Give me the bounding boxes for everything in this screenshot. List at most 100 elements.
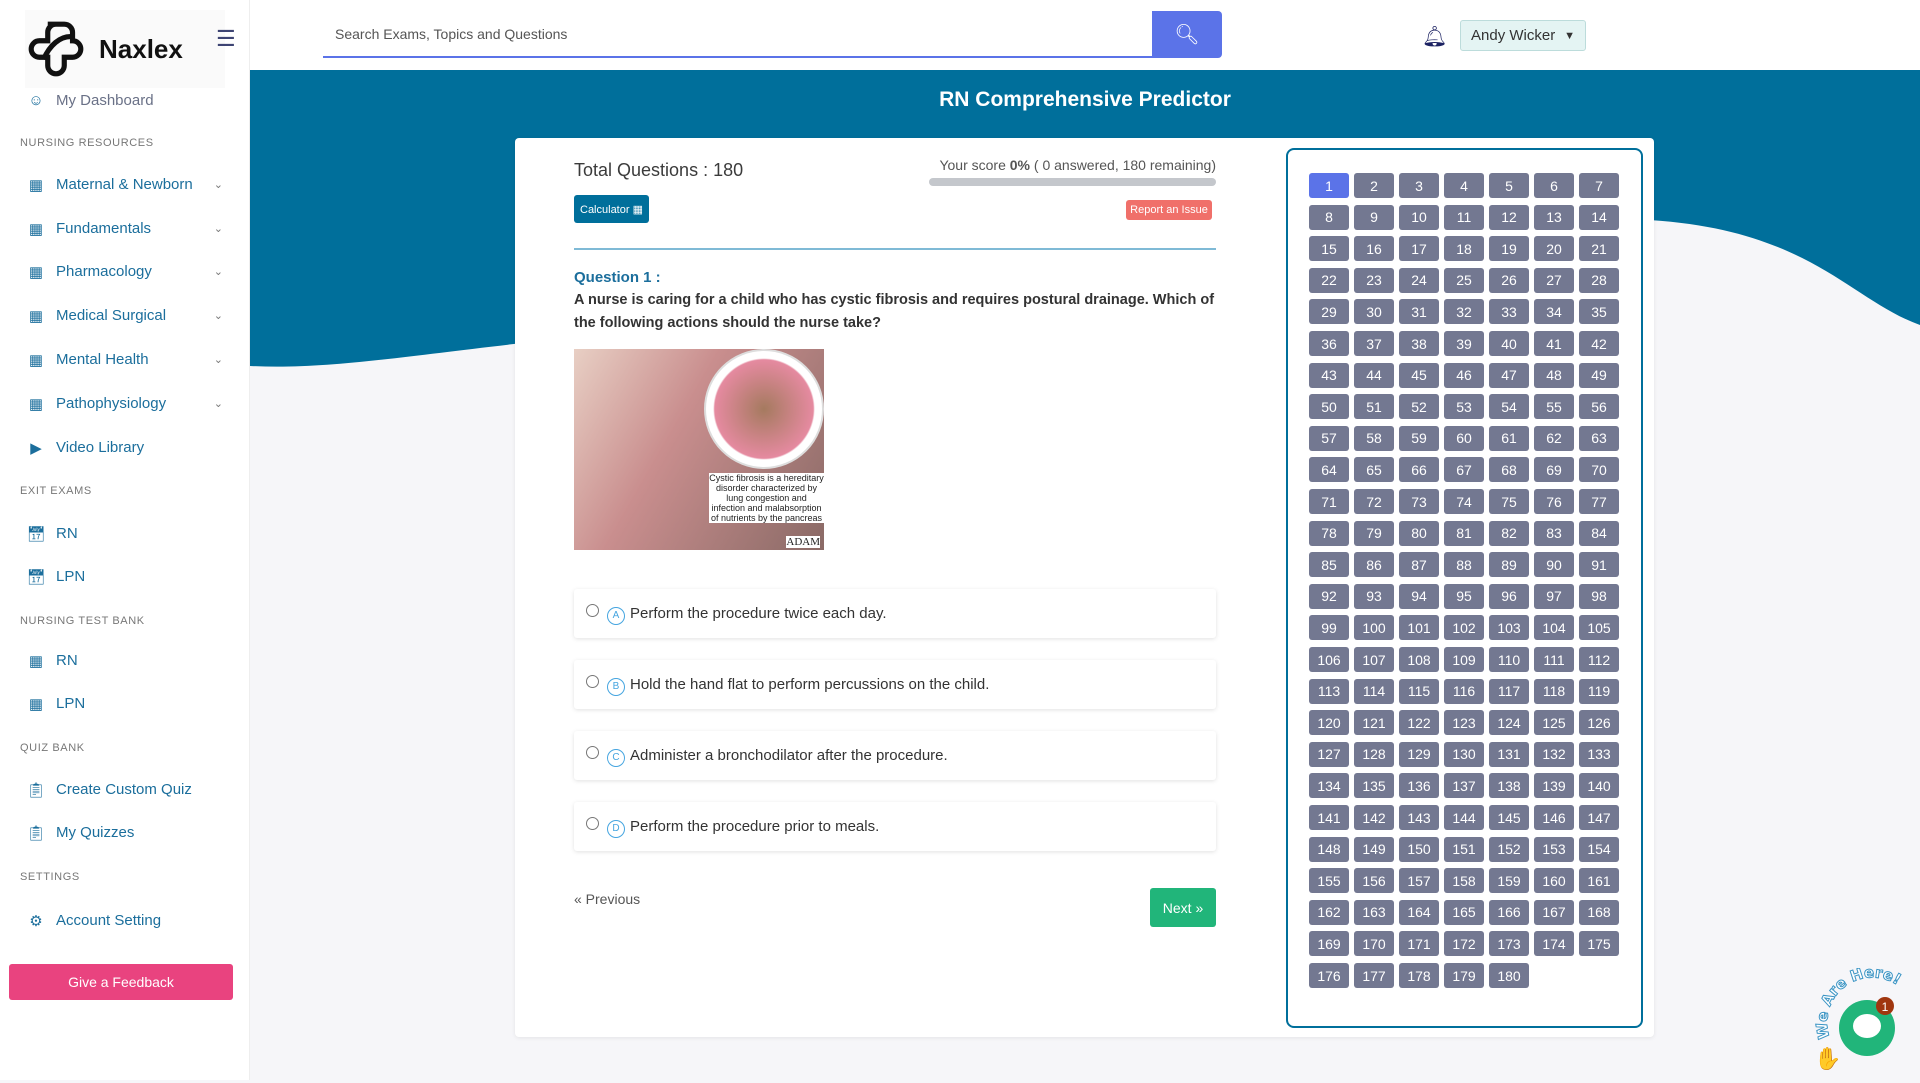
question-number-button[interactable]: 127: [1309, 741, 1349, 767]
question-number-button[interactable]: 140: [1579, 773, 1619, 799]
search-input[interactable]: [335, 25, 1115, 42]
question-number-button[interactable]: 167: [1534, 899, 1574, 925]
report-issue-button[interactable]: Report an Issue: [1126, 200, 1212, 220]
question-number-button[interactable]: 49: [1579, 362, 1619, 388]
question-number-button[interactable]: 85: [1309, 552, 1349, 578]
question-number-button[interactable]: 142: [1354, 805, 1394, 830]
question-number-button[interactable]: 115: [1399, 678, 1439, 704]
question-number-button[interactable]: 72: [1354, 489, 1394, 514]
question-number-button[interactable]: 163: [1354, 899, 1394, 925]
question-number-button[interactable]: 53: [1444, 394, 1484, 420]
question-number-button[interactable]: 178: [1399, 963, 1439, 988]
question-number-button[interactable]: 117: [1489, 678, 1529, 704]
question-number-button[interactable]: 44: [1354, 362, 1394, 388]
question-number-button[interactable]: 31: [1399, 299, 1439, 325]
next-button[interactable]: Next »: [1150, 888, 1216, 927]
question-number-button[interactable]: 35: [1579, 299, 1619, 325]
question-number-button[interactable]: 113: [1309, 678, 1349, 704]
answer-option[interactable]: B Hold the hand flat to perform percussio…: [574, 660, 1216, 709]
question-number-button[interactable]: 7: [1579, 173, 1619, 198]
question-number-button[interactable]: 89: [1489, 552, 1529, 578]
question-number-button[interactable]: 119: [1579, 678, 1619, 704]
question-number-button[interactable]: 57: [1309, 425, 1349, 451]
question-number-button[interactable]: 175: [1579, 931, 1619, 957]
question-number-button[interactable]: 120: [1309, 710, 1349, 736]
radio-button[interactable]: [586, 604, 599, 617]
question-number-button[interactable]: 58: [1354, 425, 1394, 451]
question-number-button[interactable]: 77: [1579, 489, 1619, 514]
question-number-button[interactable]: 95: [1444, 583, 1484, 609]
question-number-button[interactable]: 27: [1534, 267, 1574, 293]
question-number-button[interactable]: 48: [1534, 362, 1574, 388]
question-number-button[interactable]: 79: [1354, 520, 1394, 546]
question-number-button[interactable]: 179: [1444, 963, 1484, 988]
question-number-button[interactable]: 98: [1579, 583, 1619, 609]
question-number-button[interactable]: 151: [1444, 836, 1484, 862]
question-number-button[interactable]: 84: [1579, 520, 1619, 546]
question-number-button[interactable]: 137: [1444, 773, 1484, 799]
question-number-button[interactable]: 110: [1489, 647, 1529, 672]
sidebar-item[interactable]: ▦ Medical Surgical ⌄: [28, 307, 223, 325]
question-number-button[interactable]: 148: [1309, 836, 1349, 862]
question-number-button[interactable]: 1: [1309, 173, 1349, 198]
answer-option[interactable]: C Administer a bronchodilator after the p…: [574, 731, 1216, 780]
question-number-button[interactable]: 46: [1444, 362, 1484, 388]
question-number-button[interactable]: 102: [1444, 615, 1484, 641]
question-number-button[interactable]: 5: [1489, 173, 1529, 198]
sidebar-item[interactable]: 📅︎ LPN: [26, 568, 223, 586]
question-number-button[interactable]: 23: [1354, 267, 1394, 293]
question-number-button[interactable]: 47: [1489, 362, 1529, 388]
question-number-button[interactable]: 80: [1399, 520, 1439, 546]
question-number-button[interactable]: 146: [1534, 805, 1574, 830]
question-number-button[interactable]: 171: [1399, 931, 1439, 957]
question-number-button[interactable]: 40: [1489, 331, 1529, 356]
question-number-button[interactable]: 145: [1489, 805, 1529, 830]
question-number-button[interactable]: 74: [1444, 489, 1484, 514]
question-number-button[interactable]: 82: [1489, 520, 1529, 546]
question-number-button[interactable]: 56: [1579, 394, 1619, 420]
sidebar-item[interactable]: ▦ Pharmacology ⌄: [28, 263, 223, 281]
sidebar-item[interactable]: ▦ Fundamentals ⌄: [28, 220, 223, 238]
question-number-button[interactable]: 124: [1489, 710, 1529, 736]
question-number-button[interactable]: 105: [1579, 615, 1619, 641]
question-number-button[interactable]: 39: [1444, 331, 1484, 356]
question-number-button[interactable]: 9: [1354, 204, 1394, 230]
question-number-button[interactable]: 26: [1489, 267, 1529, 293]
question-number-button[interactable]: 51: [1354, 394, 1394, 420]
question-number-button[interactable]: 38: [1399, 331, 1439, 356]
question-number-button[interactable]: 69: [1534, 457, 1574, 483]
question-number-button[interactable]: 30: [1354, 299, 1394, 325]
question-number-button[interactable]: 73: [1399, 489, 1439, 514]
question-number-button[interactable]: 91: [1579, 552, 1619, 578]
question-number-button[interactable]: 32: [1444, 299, 1484, 325]
question-number-button[interactable]: 100: [1354, 615, 1394, 641]
question-number-button[interactable]: 68: [1489, 457, 1529, 483]
question-number-button[interactable]: 13: [1534, 204, 1574, 230]
question-number-button[interactable]: 59: [1399, 425, 1439, 451]
question-number-button[interactable]: 161: [1579, 868, 1619, 894]
question-number-button[interactable]: 36: [1309, 331, 1349, 356]
question-number-button[interactable]: 99: [1309, 615, 1349, 641]
question-number-button[interactable]: 71: [1309, 489, 1349, 514]
question-number-button[interactable]: 14: [1579, 204, 1619, 230]
question-number-button[interactable]: 123: [1444, 710, 1484, 736]
question-number-button[interactable]: 34: [1534, 299, 1574, 325]
question-number-button[interactable]: 92: [1309, 583, 1349, 609]
question-number-button[interactable]: 88: [1444, 552, 1484, 578]
question-number-button[interactable]: 97: [1534, 583, 1574, 609]
radio-button[interactable]: [586, 746, 599, 759]
question-number-button[interactable]: 37: [1354, 331, 1394, 356]
radio-button[interactable]: [586, 817, 599, 830]
menu-toggle-icon[interactable]: ☰: [216, 26, 236, 52]
question-number-button[interactable]: 25: [1444, 267, 1484, 293]
question-number-button[interactable]: 96: [1489, 583, 1529, 609]
calculator-button[interactable]: Calculator ▦: [574, 195, 649, 223]
question-number-button[interactable]: 83: [1534, 520, 1574, 546]
sidebar-item[interactable]: ▦ RN: [28, 652, 223, 670]
question-number-button[interactable]: 75: [1489, 489, 1529, 514]
previous-button[interactable]: « Previous: [574, 891, 640, 907]
question-number-button[interactable]: 157: [1399, 868, 1439, 894]
question-number-button[interactable]: 166: [1489, 899, 1529, 925]
question-number-button[interactable]: 134: [1309, 773, 1349, 799]
question-number-button[interactable]: 21: [1579, 236, 1619, 262]
